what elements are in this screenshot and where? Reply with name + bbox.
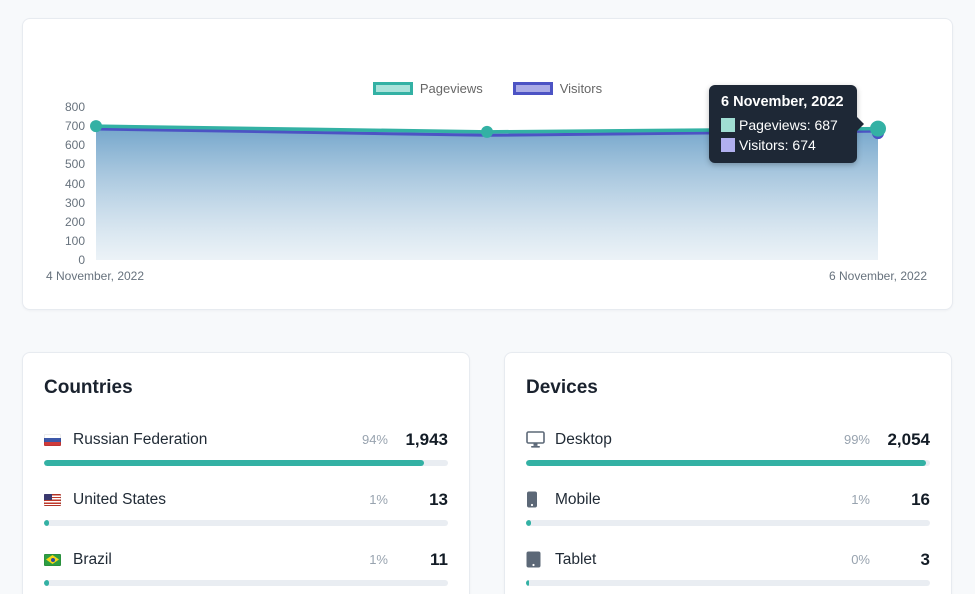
- countries-card: Countries Russian Federation 94%1,943 Unit…: [22, 352, 470, 594]
- progress-bar-fill: [526, 520, 531, 526]
- legend-label: Pageviews: [420, 81, 483, 96]
- traffic-area-chart[interactable]: [23, 19, 954, 311]
- progress-bar-track: [44, 520, 448, 526]
- flag-wrap: [44, 434, 73, 446]
- legend-swatch-icon: [373, 82, 413, 95]
- legend-item-visitors[interactable]: Visitors: [513, 81, 602, 96]
- legend-label: Visitors: [560, 81, 602, 96]
- devices-card: Devices Desktop 99%2,054 Mobile 1%16 Tablet 0…: [504, 352, 952, 594]
- progress-bar-track: [44, 580, 448, 586]
- pageviews-point-hovered[interactable]: [870, 121, 886, 137]
- item-value: 13: [388, 490, 448, 510]
- progress-bar-fill: [44, 520, 49, 526]
- flag-wrap: [44, 554, 73, 566]
- tooltip-row-pageviews: Pageviews: 687: [721, 117, 844, 133]
- item-percent: 1%: [851, 492, 870, 507]
- item-label: United States: [73, 491, 166, 509]
- item-percent: 99%: [844, 432, 870, 447]
- y-tick-label: 200: [45, 215, 85, 229]
- device-row[interactable]: Desktop 99%2,054: [526, 427, 930, 466]
- tooltip-row-visitors: Visitors: 674: [721, 137, 844, 153]
- progress-bar-fill: [44, 460, 424, 466]
- pageviews-point[interactable]: [90, 120, 102, 132]
- desktop-icon: [526, 431, 555, 448]
- progress-bar-track: [44, 460, 448, 466]
- item-label: Brazil: [73, 551, 112, 569]
- device-row[interactable]: Tablet 0%3: [526, 547, 930, 586]
- item-percent: 1%: [369, 552, 388, 567]
- devices-title: Devices: [526, 377, 930, 399]
- progress-bar-track: [526, 580, 930, 586]
- y-tick-label: 500: [45, 157, 85, 171]
- item-percent: 0%: [851, 552, 870, 567]
- item-value: 1,943: [388, 430, 448, 450]
- item-label: Tablet: [555, 551, 596, 569]
- y-tick-label: 600: [45, 138, 85, 152]
- tooltip-metric: Visitors: 674: [739, 137, 816, 153]
- legend-item-pageviews[interactable]: Pageviews: [373, 81, 483, 96]
- y-tick-label: 100: [45, 234, 85, 248]
- item-percent: 1%: [369, 492, 388, 507]
- x-axis-label-start: 4 November, 2022: [25, 269, 165, 283]
- chart-tooltip: 6 November, 2022 Pageviews: 687 Visitors:…: [709, 85, 857, 163]
- progress-bar-track: [526, 520, 930, 526]
- pageviews-point[interactable]: [481, 126, 493, 138]
- item-value: 16: [870, 490, 930, 510]
- item-percent: 94%: [362, 432, 388, 447]
- item-label: Russian Federation: [73, 431, 207, 449]
- country-row[interactable]: United States 1%13: [44, 487, 448, 526]
- tooltip-date: 6 November, 2022: [721, 94, 844, 110]
- legend-swatch-icon: [513, 82, 553, 95]
- progress-bar-track: [526, 460, 930, 466]
- flag-br-icon: [44, 554, 61, 566]
- y-tick-label: 700: [45, 119, 85, 133]
- device-row[interactable]: Mobile 1%16: [526, 487, 930, 526]
- flag-us-icon: [44, 494, 61, 506]
- y-tick-label: 0: [45, 253, 85, 267]
- y-tick-label: 400: [45, 177, 85, 191]
- progress-bar-fill: [526, 580, 529, 586]
- tooltip-swatch-icon: [721, 118, 735, 132]
- mobile-icon: [526, 491, 555, 508]
- tablet-icon: [526, 551, 555, 568]
- item-label: Mobile: [555, 491, 601, 509]
- country-row[interactable]: Brazil 1%11: [44, 547, 448, 586]
- x-axis-label-end: 6 November, 2022: [808, 269, 948, 283]
- y-tick-label: 800: [45, 100, 85, 114]
- countries-title: Countries: [44, 377, 448, 399]
- item-value: 11: [388, 550, 448, 570]
- traffic-chart-card: Pageviews Visitors 800 700 600 500 400 300 200 1…: [22, 18, 953, 310]
- country-row[interactable]: Russian Federation 94%1,943: [44, 427, 448, 466]
- progress-bar-fill: [44, 580, 49, 586]
- flag-wrap: [44, 494, 73, 506]
- tooltip-swatch-icon: [721, 138, 735, 152]
- item-label: Desktop: [555, 431, 612, 449]
- flag-ru-icon: [44, 434, 61, 446]
- item-value: 2,054: [870, 430, 930, 450]
- tooltip-metric: Pageviews: 687: [739, 117, 838, 133]
- item-value: 3: [870, 550, 930, 570]
- progress-bar-fill: [526, 460, 926, 466]
- y-tick-label: 300: [45, 196, 85, 210]
- analytics-dashboard: { "chart_card": { "legend": [ { "label":…: [0, 0, 975, 594]
